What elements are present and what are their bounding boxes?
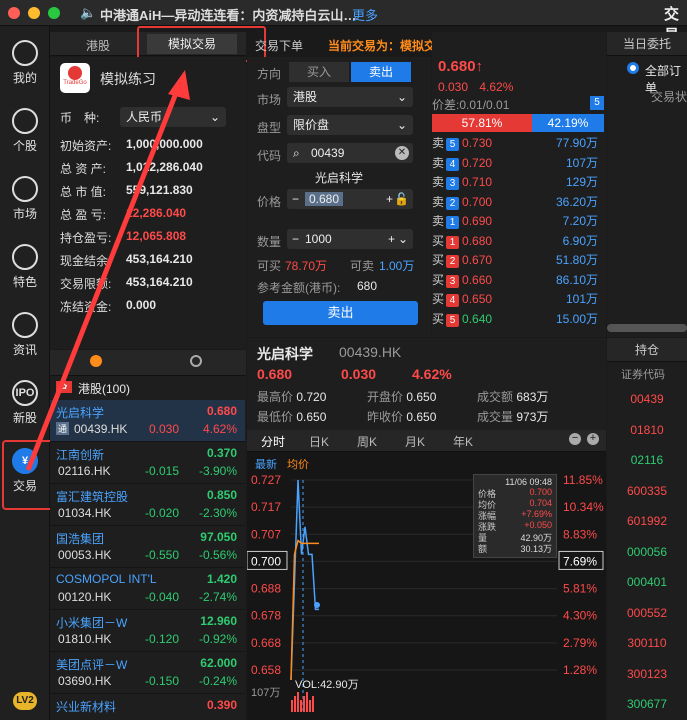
annotation-arrow	[25, 70, 190, 471]
